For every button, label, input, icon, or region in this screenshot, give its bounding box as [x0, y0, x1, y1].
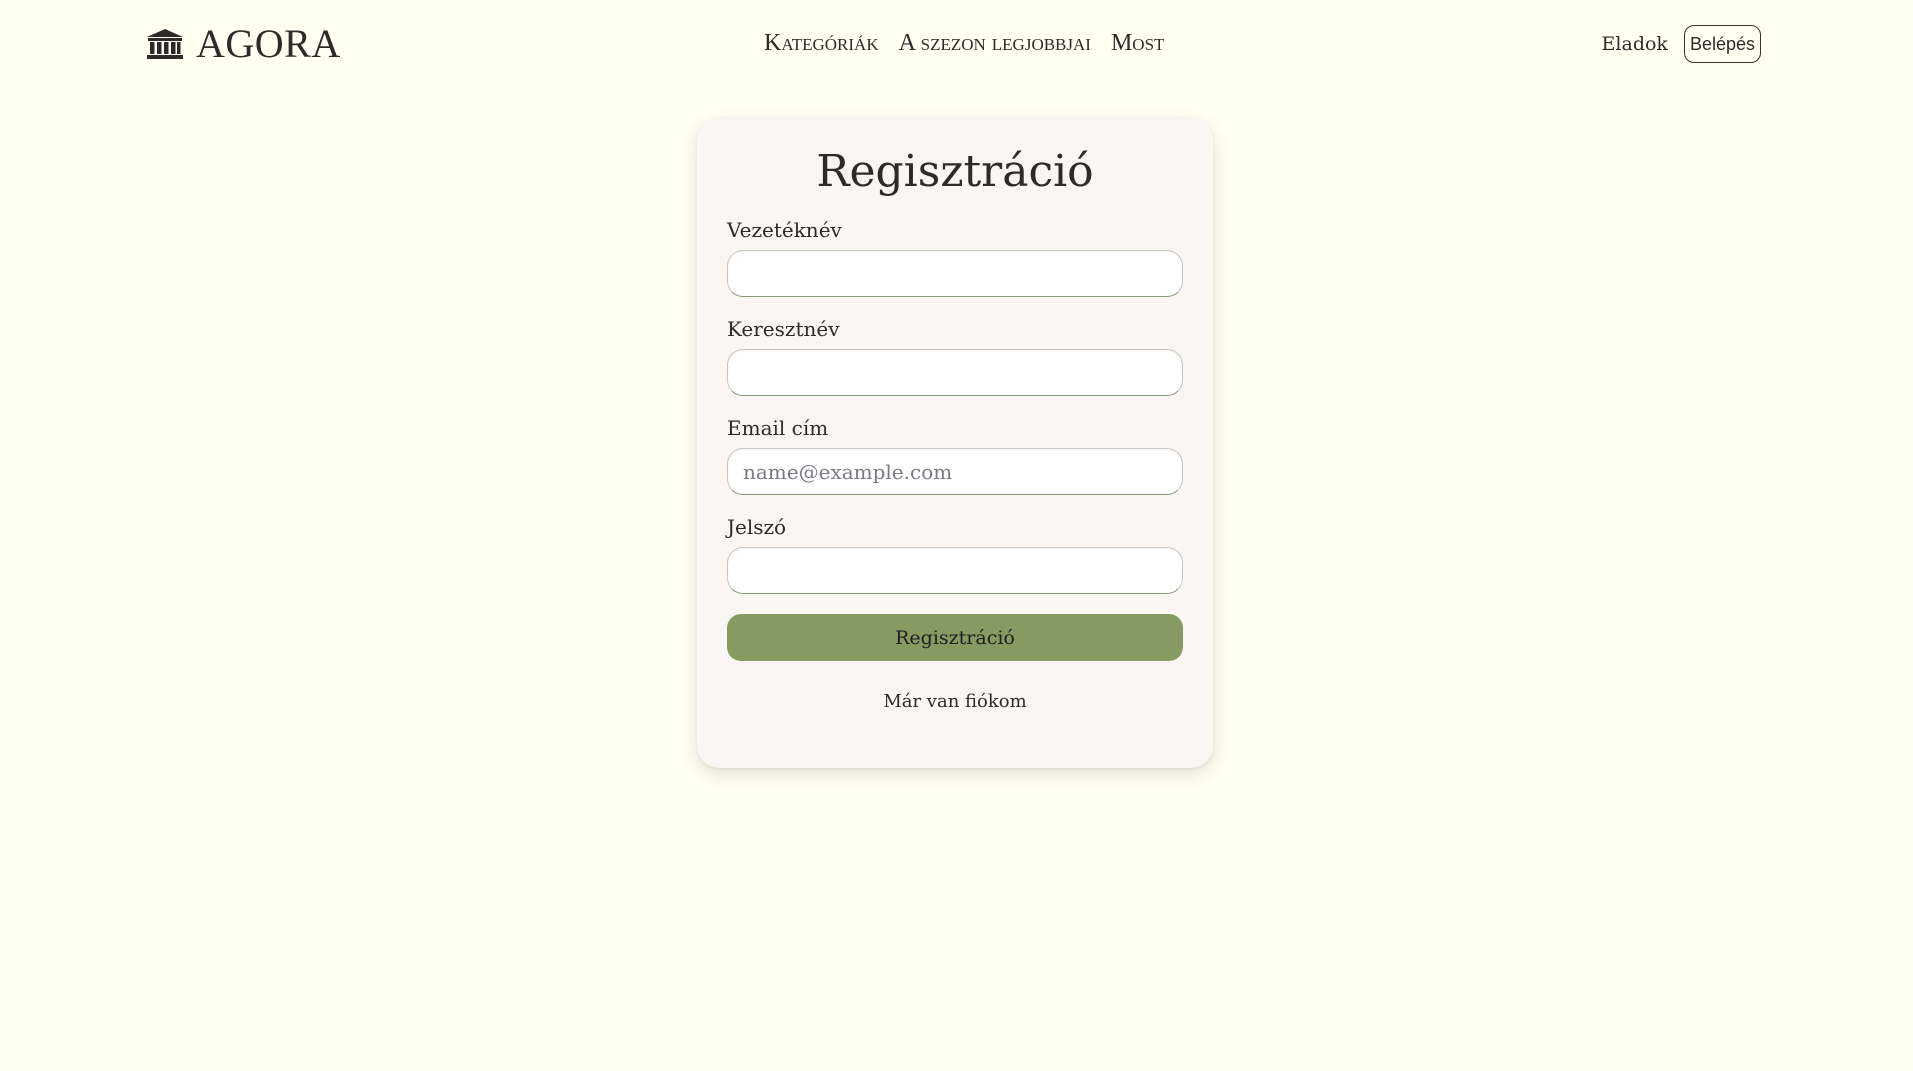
email-field-group: Email cím — [727, 416, 1183, 495]
nav-link-season-best[interactable]: A szezon legjobbjai — [899, 28, 1091, 58]
password-label: Jelszó — [727, 515, 787, 539]
login-button[interactable]: Belépés — [1683, 25, 1761, 63]
page-title: Regisztráció — [816, 146, 1094, 197]
password-input[interactable] — [727, 547, 1183, 594]
email-label: Email cím — [727, 416, 829, 440]
first-name-label: Keresztnév — [727, 317, 840, 341]
email-input[interactable] — [727, 448, 1183, 495]
site-header: AGORA Kategóriák A szezon legjobbjai Mos… — [0, 0, 1913, 88]
brand-logo[interactable]: AGORA — [146, 22, 341, 66]
nav-link-categories[interactable]: Kategóriák — [764, 28, 879, 58]
have-account-link[interactable]: Már van fiókom — [727, 691, 1183, 712]
main-nav: Kategóriák A szezon legjobbjai Most — [764, 28, 1164, 58]
brand-name: AGORA — [196, 21, 341, 66]
header-actions: Eladok Belépés — [1602, 25, 1761, 63]
last-name-label: Vezetéknév — [727, 218, 842, 242]
register-button[interactable]: Regisztráció — [727, 614, 1183, 661]
sell-link[interactable]: Eladok — [1602, 33, 1668, 55]
first-name-input[interactable] — [727, 349, 1183, 396]
first-name-field-group: Keresztnév — [727, 317, 1183, 396]
temple-icon — [146, 28, 184, 60]
password-field-group: Jelszó — [727, 515, 1183, 594]
nav-link-now[interactable]: Most — [1111, 28, 1164, 58]
last-name-input[interactable] — [727, 250, 1183, 297]
registration-card: Regisztráció Vezetéknév Keresztnév Email… — [697, 118, 1213, 768]
last-name-field-group: Vezetéknév — [727, 218, 1183, 297]
